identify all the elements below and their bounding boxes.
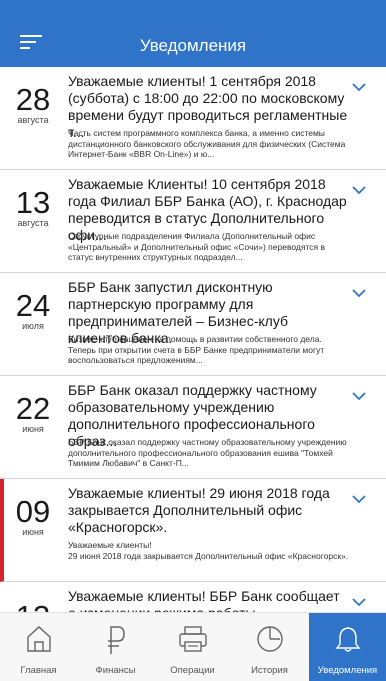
tab-label: Операции: [170, 665, 215, 676]
page-title: Уведомления: [139, 36, 247, 55]
notification-preview: Бизнес-клуб нацелен на помощь в развитии…: [68, 334, 325, 365]
tab-finances[interactable]: Финансы: [77, 613, 154, 681]
chevron-down-icon[interactable]: [352, 289, 366, 298]
clock-icon: [256, 626, 283, 652]
notification-day: 13: [15, 185, 51, 220]
tab-history[interactable]: История: [231, 613, 308, 681]
notification-item[interactable]: 13 Уважаемые клиенты! ББР Банк сообщает …: [0, 582, 386, 612]
app-header: Уведомления: [0, 0, 386, 67]
notification-item[interactable]: 28 августа Уважаемые клиенты! 1 сентября…: [0, 67, 386, 170]
tab-home[interactable]: Главная: [0, 613, 77, 681]
home-icon: [26, 626, 51, 652]
notification-title: Уважаемые клиенты! 29 июня 2018 года зак…: [68, 485, 330, 535]
tab-operations[interactable]: Операции: [154, 613, 231, 681]
chevron-down-icon[interactable]: [352, 392, 366, 401]
notification-day: 13: [8, 600, 58, 613]
notification-month: июля: [22, 321, 44, 331]
notification-preview: Часть систем программного комплекса банк…: [68, 128, 346, 159]
chevron-down-icon[interactable]: [352, 186, 366, 195]
notifications-list: 28 августа Уважаемые клиенты! 1 сентября…: [0, 67, 386, 612]
tab-label: Финансы: [95, 665, 136, 676]
notification-month: июня: [22, 527, 44, 537]
ruble-icon: [107, 626, 125, 654]
tab-label: История: [251, 665, 288, 676]
tab-bar: Главная Финансы Операции История Уведомл…: [0, 612, 386, 681]
notification-month: августа: [17, 115, 49, 125]
notification-month: августа: [17, 218, 49, 228]
notification-month: июня: [22, 424, 44, 434]
chevron-down-icon[interactable]: [352, 83, 366, 92]
chevron-down-icon[interactable]: [352, 598, 366, 607]
notification-item[interactable]: 24 июля ББР Банк запустил дисконтную пар…: [0, 273, 386, 376]
notification-item[interactable]: 13 августа Уважаемые Клиенты! 10 сентябр…: [0, 170, 386, 273]
tab-notifications[interactable]: Уведомления: [309, 613, 386, 681]
notification-preview: Уважаемые клиенты! 29 июня 2018 года зак…: [68, 540, 349, 561]
tab-label: Главная: [20, 665, 57, 676]
notification-preview: ББР Банк оказал поддержку частному образ…: [68, 437, 347, 468]
notification-preview: Структурные подразделения Филиала (Допол…: [68, 231, 326, 262]
notification-day: 09: [15, 494, 51, 529]
notification-day: 22: [15, 391, 51, 426]
notification-item-unread[interactable]: 09 июня Уважаемые клиенты! 29 июня 2018 …: [0, 479, 386, 582]
tab-label: Уведомления: [317, 665, 378, 676]
notification-day: 28: [15, 82, 51, 117]
bell-icon: [335, 627, 360, 652]
notification-title: Уважаемые клиенты! ББР Банк сообщает о и…: [68, 588, 340, 612]
printer-icon: [178, 626, 207, 652]
notification-item[interactable]: 22 июня ББР Банк оказал поддержку частно…: [0, 376, 386, 479]
notification-day: 24: [15, 288, 51, 323]
chevron-down-icon[interactable]: [352, 495, 366, 504]
